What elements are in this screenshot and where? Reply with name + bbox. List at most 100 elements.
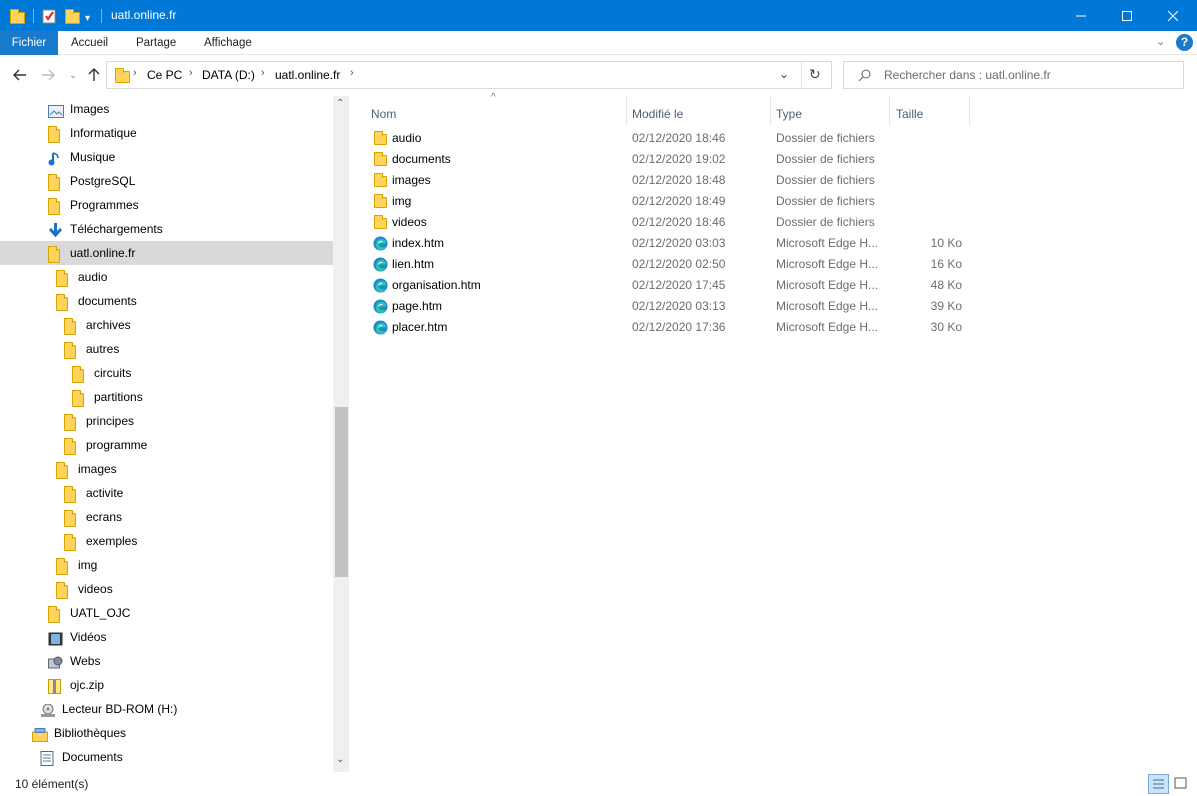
scroll-up-icon[interactable]: ⌃ xyxy=(336,98,344,109)
nav-item-autres[interactable]: autres xyxy=(0,337,333,361)
nav-item-archives[interactable]: archives xyxy=(0,313,333,337)
column-divider[interactable] xyxy=(969,96,970,126)
column-header-modifie[interactable]: Modifié le xyxy=(632,102,683,126)
expand-ribbon-chevron-icon[interactable]: ⌄ xyxy=(1156,35,1165,48)
nav-item-ecrans[interactable]: ecrans xyxy=(0,505,333,529)
column-header-taille[interactable]: Taille xyxy=(896,102,923,126)
file-size: 10 Ko xyxy=(930,236,962,250)
nav-item-audio[interactable]: audio xyxy=(0,265,333,289)
properties-icon[interactable] xyxy=(42,6,56,26)
search-input[interactable]: Rechercher dans : uatl.online.fr xyxy=(884,68,1051,82)
file-row[interactable]: page.htm 02/12/2020 03:13 Microsoft Edge H… xyxy=(369,296,969,317)
folder-icon xyxy=(64,486,76,503)
customize-qa-chevron-icon[interactable]: ▾ xyxy=(85,8,90,28)
large-icons-view-button[interactable] xyxy=(1171,774,1192,794)
nav-item-label: audio xyxy=(78,270,108,284)
tab-partage[interactable]: Partage xyxy=(124,31,188,55)
file-row[interactable]: img 02/12/2020 18:49 Dossier de fichiers xyxy=(369,191,969,212)
scroll-down-icon[interactable]: ⌄ xyxy=(336,754,344,765)
nav-item-label: ecrans xyxy=(86,510,123,524)
column-header-nom[interactable]: Nom xyxy=(371,102,396,126)
breadcrumb-separator-icon[interactable]: › xyxy=(189,67,193,79)
nav-item-activite[interactable]: activite xyxy=(0,481,333,505)
close-button[interactable] xyxy=(1150,0,1196,31)
nav-item-webs[interactable]: Webs xyxy=(0,649,333,673)
nav-item-img[interactable]: img xyxy=(0,553,333,577)
nav-item-musique[interactable]: Musique xyxy=(0,145,333,169)
nav-item-images[interactable]: Images xyxy=(0,97,333,121)
file-modified: 02/12/2020 03:03 xyxy=(632,236,726,250)
refresh-icon[interactable]: ↻ xyxy=(809,66,821,83)
nav-item-lecteur-bd-rom-h[interactable]: Lecteur BD-ROM (H:) xyxy=(0,697,333,721)
nav-item-images[interactable]: images xyxy=(0,457,333,481)
file-type: Microsoft Edge H... xyxy=(776,257,879,271)
nav-item-postgresql[interactable]: PostgreSQL xyxy=(0,169,333,193)
file-modified: 02/12/2020 18:46 xyxy=(632,131,726,145)
file-row[interactable]: audio 02/12/2020 18:46 Dossier de fichiers xyxy=(369,128,969,149)
details-view-button[interactable] xyxy=(1148,774,1169,794)
nav-item-uatl-online-fr[interactable]: uatl.online.fr xyxy=(0,241,333,265)
nav-item-partitions[interactable]: partitions xyxy=(0,385,333,409)
address-bar[interactable]: › Ce PC › DATA (D:) › uatl.online.fr › ⌄… xyxy=(106,61,832,89)
nav-item-vid-os[interactable]: Vidéos xyxy=(0,625,333,649)
window-title: uatl.online.fr xyxy=(111,8,177,22)
breadcrumb-separator-icon[interactable]: › xyxy=(350,67,354,79)
help-icon[interactable]: ? xyxy=(1176,34,1193,51)
tab-fichier[interactable]: Fichier xyxy=(0,31,58,55)
maximize-button[interactable] xyxy=(1104,0,1150,31)
quick-access-folder-icon[interactable] xyxy=(10,6,25,26)
tab-accueil[interactable]: Accueil xyxy=(59,31,120,55)
nav-item-documents[interactable]: documents xyxy=(0,289,333,313)
breadcrumb-ce-pc[interactable]: Ce PC xyxy=(147,68,182,82)
breadcrumb-separator-icon[interactable]: › xyxy=(261,67,265,79)
folder-icon xyxy=(48,126,60,143)
nav-item-informatique[interactable]: Informatique xyxy=(0,121,333,145)
file-row[interactable]: videos 02/12/2020 18:46 Dossier de fichier… xyxy=(369,212,969,233)
title-bar: ▾ uatl.online.fr xyxy=(0,0,1197,31)
nav-item-exemples[interactable]: exemples xyxy=(0,529,333,553)
column-divider[interactable] xyxy=(889,96,890,126)
search-box[interactable]: Rechercher dans : uatl.online.fr xyxy=(843,61,1184,89)
file-row[interactable]: images 02/12/2020 18:48 Dossier de fichier… xyxy=(369,170,969,191)
nav-item-label: ojc.zip xyxy=(70,678,105,692)
navigation-pane: Images Informatique Musique PostgreSQL Progr… xyxy=(0,96,348,772)
address-history-chevron-icon[interactable]: ⌄ xyxy=(779,67,789,81)
column-divider[interactable] xyxy=(626,96,627,126)
nav-item-t-l-chargements[interactable]: Téléchargements xyxy=(0,217,333,241)
breadcrumb-uatl[interactable]: uatl.online.fr xyxy=(275,68,340,82)
column-header-type[interactable]: Type xyxy=(776,102,802,126)
nav-item-videos[interactable]: videos xyxy=(0,577,333,601)
forward-arrow-icon[interactable] xyxy=(38,65,58,85)
nav-item-uatl-ojc[interactable]: UATL_OJC xyxy=(0,601,333,625)
nav-item-principes[interactable]: principes xyxy=(0,409,333,433)
file-row[interactable]: lien.htm 02/12/2020 02:50 Microsoft Edge H… xyxy=(369,254,969,275)
file-row[interactable]: placer.htm 02/12/2020 17:36 Microsoft Edge… xyxy=(369,317,969,338)
nav-item-programme[interactable]: programme xyxy=(0,433,333,457)
nav-item-documents[interactable]: Documents xyxy=(0,745,333,769)
nav-item-biblioth-ques[interactable]: Bibliothèques xyxy=(0,721,333,745)
file-row[interactable]: documents 02/12/2020 19:02 Dossier de fich… xyxy=(369,149,969,170)
file-type: Dossier de fichiers xyxy=(776,194,875,208)
file-list: ^ Nom Modifié le Type Taille audio 02/12/… xyxy=(349,92,1197,772)
nav-item-programmes[interactable]: Programmes xyxy=(0,193,333,217)
new-folder-icon[interactable] xyxy=(65,6,80,26)
nav-item-label: circuits xyxy=(94,366,132,380)
file-modified: 02/12/2020 02:50 xyxy=(632,257,726,271)
file-row[interactable]: organisation.htm 02/12/2020 17:45 Microsof… xyxy=(369,275,969,296)
tab-affichage[interactable]: Affichage xyxy=(192,31,264,55)
file-row[interactable]: index.htm 02/12/2020 03:03 Microsoft Edge … xyxy=(369,233,969,254)
recent-locations-chevron-icon[interactable]: ⌄ xyxy=(63,65,83,85)
file-type: Microsoft Edge H... xyxy=(776,278,879,292)
nav-scrollbar-thumb[interactable] xyxy=(335,407,348,577)
nav-item-ojc-zip[interactable]: ojc.zip xyxy=(0,673,333,697)
column-divider[interactable] xyxy=(770,96,771,126)
minimize-button[interactable] xyxy=(1058,0,1104,31)
back-arrow-icon[interactable] xyxy=(10,65,30,85)
nav-item-circuits[interactable]: circuits xyxy=(0,361,333,385)
nav-item-label: archives xyxy=(86,318,131,332)
file-size: 30 Ko xyxy=(930,320,962,334)
file-type: Microsoft Edge H... xyxy=(776,320,879,334)
up-arrow-icon[interactable] xyxy=(84,65,104,85)
breadcrumb-data-d[interactable]: DATA (D:) xyxy=(202,68,255,82)
file-modified: 02/12/2020 17:36 xyxy=(632,320,726,334)
